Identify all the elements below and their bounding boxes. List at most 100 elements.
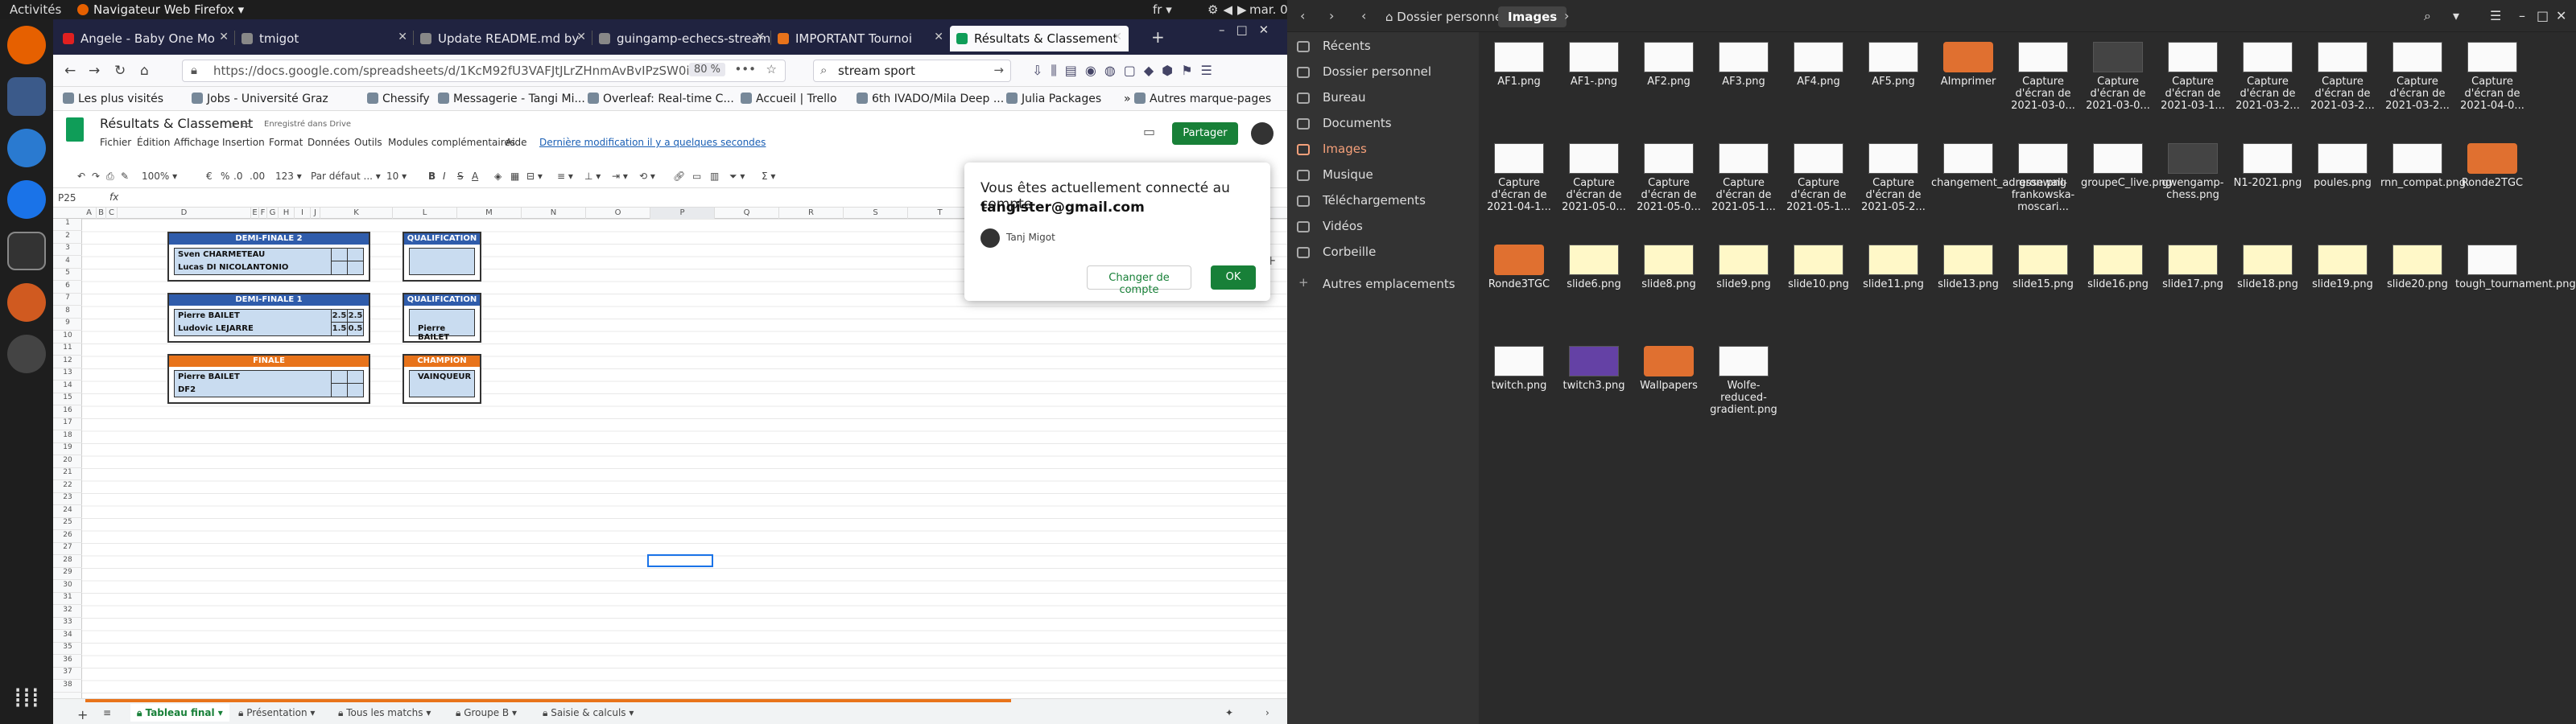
menu-modules[interactable]: Modules complémentaires	[388, 137, 515, 148]
fill-color-icon[interactable]: ◈	[494, 171, 502, 182]
comments-icon[interactable]: ▭	[1143, 124, 1155, 139]
decimal-increase-button[interactable]: .00	[250, 171, 265, 182]
browser-tab[interactable]: Angele - Baby One Mo ✕	[56, 26, 235, 51]
file-item[interactable]: AF5.png	[1856, 35, 1930, 88]
toolbar-extension-icons[interactable]: ⇩⫼▤◉◍▢◆⬢⚑☰	[1032, 63, 1220, 79]
close-icon[interactable]: ✕	[2556, 8, 2566, 23]
bracket-body[interactable]	[409, 248, 475, 275]
row-header[interactable]: 34	[53, 631, 82, 643]
bookmark-item[interactable]: Chessify	[367, 93, 430, 105]
sidebar-item-recents[interactable]: Récents	[1287, 34, 1479, 60]
menu-aide[interactable]: Aide	[506, 137, 527, 148]
thunderbird-dock-icon[interactable]	[7, 129, 46, 167]
file-item[interactable]: Capture d'écran de 2021-03-0...	[2006, 35, 2080, 112]
row-header[interactable]: 19	[53, 443, 82, 455]
paint-format-icon[interactable]: ✎	[121, 171, 129, 182]
functions-icon[interactable]: Σ ▾	[762, 171, 775, 182]
row-header[interactable]: 27	[53, 543, 82, 555]
bookmark-item[interactable]: Accueil | Trello	[741, 93, 837, 105]
add-sheet-icon[interactable]: +	[77, 707, 88, 722]
horizontal-scrollbar[interactable]	[85, 699, 1011, 702]
column-header[interactable]: Q	[715, 208, 779, 219]
sheet-tab-groupe-b[interactable]: 🔒︎ Groupe B ▾	[456, 707, 517, 719]
browser-tab-active[interactable]: Résultats & Classement ✕	[950, 26, 1129, 51]
file-item[interactable]: Capture d'écran de 2021-05-0...	[1632, 137, 1706, 213]
file-item[interactable]: groupeC_live.png	[2081, 137, 2172, 189]
account-avatar[interactable]	[1251, 122, 1274, 145]
close-tab-icon[interactable]: ✕	[576, 31, 586, 43]
column-header[interactable]: J	[311, 208, 320, 219]
player-name[interactable]: Ludovic LEJARRE	[178, 324, 254, 333]
sheet-tab-presentation[interactable]: 🔒︎ Présentation ▾	[238, 707, 315, 719]
file-item[interactable]: Capture d'écran de 2021-03-1...	[2156, 35, 2230, 112]
menu-donnees[interactable]: Données	[308, 137, 350, 148]
browser-tab[interactable]: tmigot ✕	[235, 26, 414, 51]
firefox-dock-icon[interactable]	[7, 26, 46, 64]
file-item[interactable]: AF2.png	[1632, 35, 1706, 88]
sheets-logo-icon[interactable]	[66, 117, 84, 142]
menu-icon[interactable]: ☰	[2490, 8, 2501, 23]
file-item[interactable]: slide8.png	[1632, 238, 1706, 290]
column-header[interactable]: B	[97, 208, 106, 219]
breadcrumb-home[interactable]: ⌂ Dossier personnel	[1376, 6, 1515, 27]
menu-format[interactable]: Format	[269, 137, 303, 148]
folder-item[interactable]: Wallpapers	[1632, 339, 1706, 392]
sidebar-item-corbeille[interactable]: Corbeille	[1287, 240, 1479, 265]
file-item[interactable]: rnn_compat.png	[2380, 137, 2466, 189]
bookmark-item[interactable]: Julia Packages	[1006, 93, 1101, 105]
redo-icon[interactable]: ↷	[92, 171, 100, 182]
row-header[interactable]: 20	[53, 456, 82, 468]
folder-item[interactable]: AImprimer	[1931, 35, 2005, 88]
align-icon[interactable]: ≡ ▾	[557, 171, 573, 182]
column-header[interactable]: N	[522, 208, 586, 219]
settings-dock-icon[interactable]	[7, 283, 46, 322]
keyboard-layout[interactable]: fr ▾	[1153, 2, 1172, 17]
view-options-icon[interactable]: ▾	[2453, 8, 2459, 23]
sidebar-item-videos[interactable]: Vidéos	[1287, 214, 1479, 240]
row-header[interactable]: 37	[53, 668, 82, 680]
file-item[interactable]: poules.png	[2306, 137, 2380, 189]
file-item[interactable]: slide17.png	[2156, 238, 2230, 290]
merge-icon[interactable]: ⊟ ▾	[526, 171, 543, 182]
files-dock-icon[interactable]	[7, 77, 46, 116]
score-cell[interactable]	[331, 371, 347, 384]
file-item[interactable]: twitch.png	[1482, 339, 1556, 392]
column-header[interactable]: I	[295, 208, 311, 219]
row-header[interactable]: 18	[53, 431, 82, 443]
sidebar-item-images[interactable]: Images	[1287, 137, 1479, 162]
column-header[interactable]: M	[457, 208, 522, 219]
new-tab-button[interactable]: +	[1151, 27, 1165, 47]
file-item[interactable]: gwengamp-chess.png	[2156, 137, 2230, 201]
bookmark-item[interactable]: Les plus visités	[63, 93, 163, 105]
software-updater-dock-icon[interactable]	[7, 335, 46, 373]
menu-outils[interactable]: Outils	[354, 137, 382, 148]
column-header[interactable]: C	[106, 208, 118, 219]
page-actions-icon[interactable]: •••	[734, 62, 756, 76]
close-tab-icon[interactable]: ✕	[219, 31, 229, 43]
format-select[interactable]: 123 ▾	[275, 171, 302, 182]
minimize-icon[interactable]: –	[2519, 8, 2525, 23]
score-cell[interactable]	[347, 261, 363, 274]
row-header[interactable]: 30	[53, 581, 82, 593]
row-header[interactable]: 23	[53, 493, 82, 505]
score-cell[interactable]: 0.5	[347, 323, 363, 335]
row-header[interactable]: 3	[53, 244, 82, 256]
app-menu[interactable]: Navigateur Web Firefox ▾	[77, 2, 244, 17]
sheet-tab-tous-les-matchs[interactable]: 🔒︎ Tous les matchs ▾	[338, 707, 431, 719]
column-header[interactable]: S	[844, 208, 908, 219]
row-headers[interactable]: 1 2 3 4 5 6 7 8 9 10 11 12 13 14 15 16 17 18 19 20 21 22 23 24 2…	[53, 219, 82, 698]
file-item[interactable]: slide10.png	[1781, 238, 1856, 290]
menu-fichier[interactable]: Fichier	[100, 137, 131, 148]
row-header[interactable]: 2	[53, 232, 82, 244]
file-item[interactable]: AF1.png	[1482, 35, 1556, 88]
chromium-dock-icon[interactable]	[7, 180, 46, 219]
file-item[interactable]: slide16.png	[2081, 238, 2155, 290]
row-header[interactable]: 29	[53, 568, 82, 580]
row-header[interactable]: 9	[53, 319, 82, 331]
cell-ref[interactable]: P25	[58, 192, 76, 204]
file-item[interactable]: Capture d'écran de 2021-04-0...	[2455, 35, 2529, 112]
sidebar-item-home[interactable]: Dossier personnel	[1287, 60, 1479, 85]
file-item[interactable]: slide6.png	[1557, 238, 1631, 290]
back-icon[interactable]: ←	[64, 63, 76, 79]
percent-button[interactable]: %	[221, 171, 229, 182]
